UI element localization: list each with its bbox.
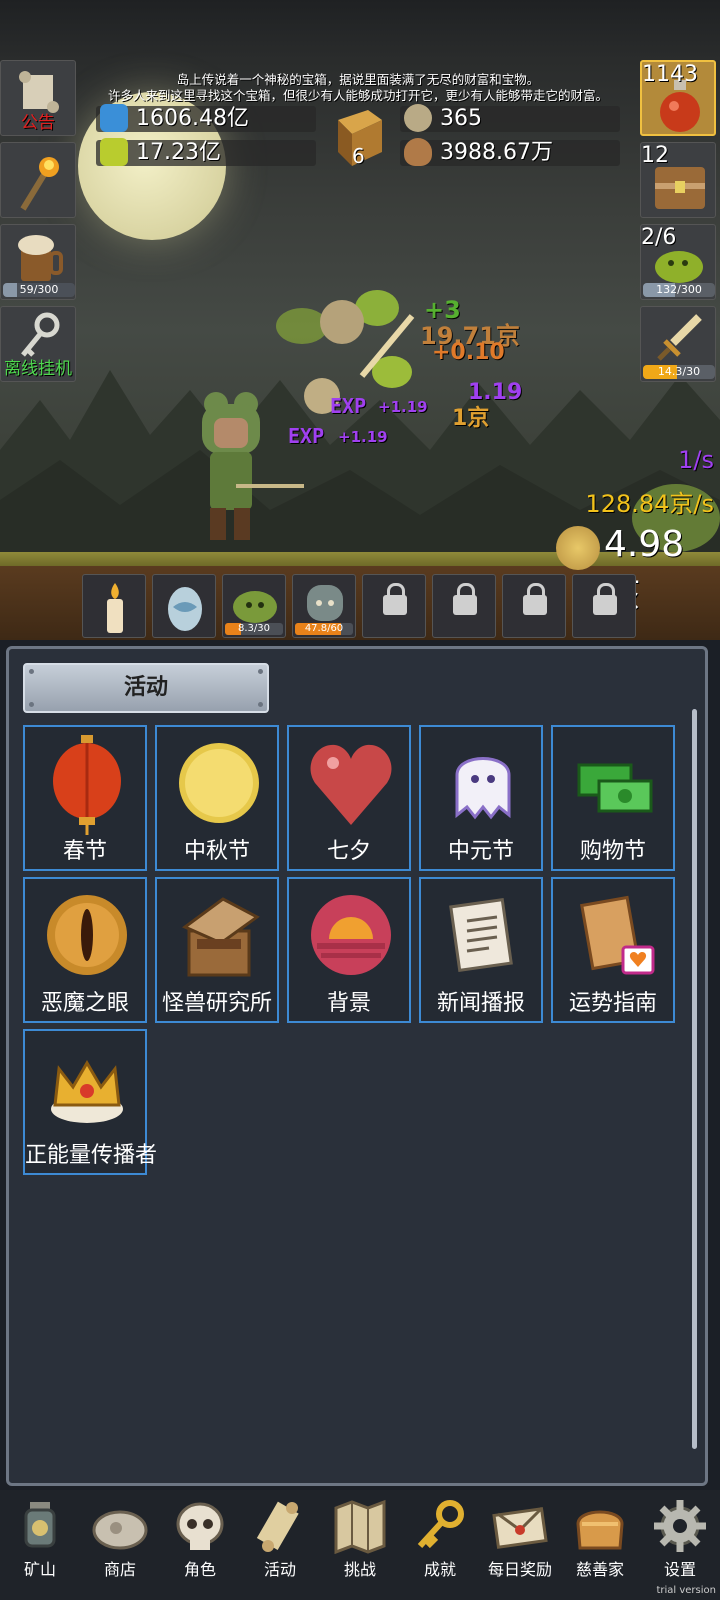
nav-challenge[interactable]: 挑战 xyxy=(320,1490,400,1590)
nav-activity[interactable]: 活动 xyxy=(240,1490,320,1590)
lantern-icon xyxy=(24,1502,56,1548)
tile-shopping-festival[interactable]: 购物节 xyxy=(551,725,675,871)
tile-mid-autumn[interactable]: 中秋节 xyxy=(155,725,279,871)
book-count: 6 xyxy=(352,144,365,168)
seed-icon xyxy=(404,138,432,166)
envelope-icon xyxy=(492,1506,548,1549)
zombie-icon xyxy=(307,585,343,621)
tile-positive-energy[interactable]: 正能量传播者 xyxy=(23,1029,157,1175)
sunset-icon xyxy=(311,895,391,975)
activity-tab-header[interactable]: 活动 xyxy=(23,663,269,713)
slot-candle[interactable] xyxy=(82,574,146,638)
book-button[interactable]: 6 xyxy=(328,108,386,168)
cash-stack-icon xyxy=(577,763,653,813)
tile-demon-eye[interactable]: 恶魔之眼 xyxy=(23,877,147,1023)
slime-button[interactable]: 2/6 132/300 xyxy=(640,224,716,300)
monster-crate-icon xyxy=(182,897,260,977)
full-moon-icon xyxy=(179,743,259,823)
green-potion-icon xyxy=(100,138,128,166)
lock-icon xyxy=(593,583,617,615)
nav-shop[interactable]: 商店 xyxy=(80,1490,160,1590)
game-scene: 岛上传说着一个神秘的宝箱，据说里面装满了无尽的财富和宝物。 许多人来到这里寻找这… xyxy=(0,0,720,640)
demon-eye-icon xyxy=(47,895,127,975)
newspaper-icon xyxy=(449,897,513,973)
slot-slime-progress: 8.3/30 xyxy=(225,623,283,635)
announcement-button[interactable]: 公告 xyxy=(0,60,76,136)
slot-slime[interactable]: 8.3/30 xyxy=(222,574,286,638)
heart-icon xyxy=(310,744,392,825)
lock-icon xyxy=(523,583,547,615)
blue-potion-icon xyxy=(100,104,128,132)
sword-icon xyxy=(657,314,702,361)
bread-icon xyxy=(576,1510,624,1550)
nav-settings[interactable]: 设置 xyxy=(640,1490,720,1590)
beer-mug-icon xyxy=(18,235,63,281)
tile-qixi[interactable]: 七夕 xyxy=(287,725,411,871)
slot-egg[interactable] xyxy=(152,574,216,638)
silver-coin-icon xyxy=(404,104,432,132)
slot-locked-1[interactable] xyxy=(362,574,426,638)
gold-rate: 128.84京/s xyxy=(585,490,714,518)
float-text-exp-value: +1.19 xyxy=(378,398,428,416)
lock-icon xyxy=(453,583,477,615)
sword-button[interactable]: 14.3/30 xyxy=(640,306,716,382)
story-notice: 岛上传说着一个神秘的宝箱，据说里面装满了无尽的财富和宝物。 许多人来到这里寻找这… xyxy=(107,72,608,103)
nav-daily-reward[interactable]: 每日奖励 xyxy=(480,1490,560,1590)
float-text-exp: EXP xyxy=(330,394,367,418)
torch-button[interactable] xyxy=(0,142,76,218)
torch-icon xyxy=(20,157,59,211)
tile-fortune-guide[interactable]: 运势指南 xyxy=(551,877,675,1023)
tile-background[interactable]: 背景 xyxy=(287,877,411,1023)
green-potion-counter: 17.23亿 xyxy=(96,138,316,166)
exp-rate: 1/s xyxy=(678,446,714,474)
candle-icon xyxy=(107,583,123,633)
nav-mine[interactable]: 矿山 xyxy=(0,1490,80,1590)
bottom-navigation: 矿山 商店 角色 活动 挑战 成就 每日奖励 慈善家 设置 trial vers… xyxy=(0,1490,720,1600)
beer-mug-button[interactable]: 59/300 xyxy=(0,224,76,300)
float-text-exp-2: EXP xyxy=(288,424,325,448)
treasure-chest-button[interactable]: 12 xyxy=(640,142,716,218)
panel-scrollbar[interactable] xyxy=(692,709,697,1449)
gold-coin-icon xyxy=(556,526,600,570)
gear-icon xyxy=(654,1500,706,1552)
trial-version-watermark: trial version xyxy=(656,1585,716,1596)
nav-character[interactable]: 角色 xyxy=(160,1490,240,1590)
nav-achievement[interactable]: 成就 xyxy=(400,1490,480,1590)
egg-icon xyxy=(168,587,202,631)
slime-icon xyxy=(233,591,277,623)
slot-zombie[interactable]: 47.8/60 xyxy=(292,574,356,638)
slot-locked-3[interactable] xyxy=(502,574,566,638)
float-text-exp-value-large: 1.19 xyxy=(468,380,523,405)
blue-potion-counter: 1606.48亿 xyxy=(96,104,316,132)
tile-monster-lab[interactable]: 怪兽研究所 xyxy=(155,877,279,1023)
fortune-card-icon xyxy=(580,895,655,975)
ghost-icon xyxy=(455,757,511,820)
treasure-chest-icon xyxy=(655,167,705,209)
golden-key-icon xyxy=(417,1500,464,1549)
slot-locked-2[interactable] xyxy=(432,574,496,638)
coin-counter: 365 xyxy=(400,104,620,132)
lock-icon xyxy=(383,583,407,615)
seed-counter: 3988.67万 xyxy=(400,138,620,166)
lantern-icon xyxy=(53,735,121,835)
tile-ghost-festival[interactable]: 中元节 xyxy=(419,725,543,871)
ore-stone-icon xyxy=(92,1510,148,1550)
nav-philanthropist[interactable]: 慈善家 xyxy=(560,1490,640,1590)
map-icon xyxy=(334,1499,386,1554)
offline-idle-button[interactable]: 离线挂机 xyxy=(0,306,76,382)
slot-zombie-progress: 47.8/60 xyxy=(295,623,353,635)
tile-news-broadcast[interactable]: 新闻播报 xyxy=(419,877,543,1023)
crown-icon xyxy=(51,1060,123,1123)
float-text-plus010: +0.10 xyxy=(432,340,505,365)
sword-progress-bar: 14.3/30 xyxy=(643,365,715,379)
float-text-exp-value-2: +1.19 xyxy=(338,428,388,446)
skull-icon xyxy=(176,1502,224,1550)
scroll-icon xyxy=(256,1501,299,1552)
tile-spring-festival[interactable]: 春节 xyxy=(23,725,147,871)
slime-progress-bar: 132/300 xyxy=(643,283,715,297)
potion-button[interactable]: 1143 xyxy=(640,60,716,136)
activity-panel: 活动 春节 中秋节 七夕 中元节 购物节 恶魔之眼 怪兽研究所 背景 新闻播报 … xyxy=(6,646,708,1486)
slot-locked-4[interactable] xyxy=(572,574,636,638)
mug-progress-bar: 59/300 xyxy=(3,283,75,297)
